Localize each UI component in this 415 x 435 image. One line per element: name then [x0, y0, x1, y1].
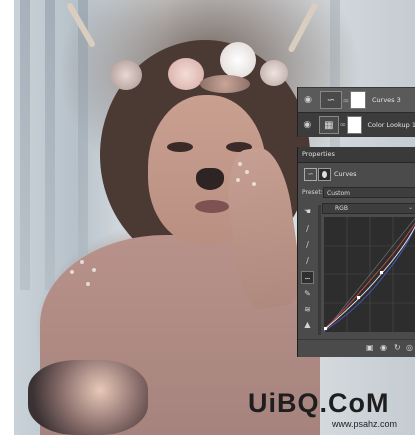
- gray-point-eyedropper-icon[interactable]: ∕: [301, 238, 314, 251]
- chevron-down-icon: ⌄: [407, 204, 413, 211]
- channel-value: RGB: [335, 205, 348, 212]
- color-lookup-grid-icon[interactable]: ▦: [318, 115, 340, 134]
- properties-bottom-bar: ▣ ◉ ↻ ◎: [298, 339, 415, 358]
- curve-point[interactable]: [357, 296, 360, 299]
- properties-header: ∽ Curves: [298, 163, 415, 185]
- preset-row: Preset: Custom: [298, 187, 415, 200]
- lips: [195, 200, 229, 213]
- tab-properties[interactable]: Properties: [298, 147, 415, 163]
- bouquet: [28, 360, 148, 435]
- white-point-eyedropper-icon[interactable]: ∕: [301, 254, 314, 267]
- on-image-adjust-icon[interactable]: ☚: [301, 205, 314, 218]
- mask-icon[interactable]: [318, 168, 331, 181]
- layer-name[interactable]: Color Lookup 1: [368, 121, 415, 129]
- preset-select[interactable]: Custom: [323, 187, 415, 198]
- canvas-margin: [0, 0, 14, 435]
- gradient-strip: [318, 205, 321, 335]
- flower-crown-rose: [168, 58, 204, 90]
- curve-point[interactable]: [324, 327, 327, 330]
- tab-label: Properties: [302, 150, 335, 158]
- background-tree: [45, 0, 55, 290]
- view-previous-state-icon[interactable]: ◉: [380, 343, 387, 352]
- watermark-url: www.psahz.com: [332, 419, 398, 429]
- link-chain-icon[interactable]: ∞: [339, 120, 346, 129]
- visibility-eye-icon[interactable]: ◎: [406, 343, 413, 352]
- pencil-draw-icon[interactable]: ✎: [301, 287, 314, 300]
- curves-adjustment-icon: ∽: [304, 168, 317, 181]
- layer-row-curves[interactable]: ◉ ∽ ∞ Curves 3: [298, 88, 415, 112]
- flower-crown-bloom: [110, 60, 142, 90]
- layers-panel: ◉ ∽ ∞ Curves 3 ◉ ▦ ∞ Color Lookup 1: [297, 87, 415, 137]
- preset-label: Preset:: [302, 189, 323, 196]
- curve-point[interactable]: [380, 271, 383, 274]
- fawn-spot: [236, 178, 240, 182]
- link-chain-icon[interactable]: ∞: [342, 96, 350, 105]
- curves-graph-svg[interactable]: [324, 217, 415, 332]
- watermark: UiBQ.CoM www.psahz.com: [248, 388, 413, 433]
- background-tree: [20, 0, 30, 290]
- histogram-warning-icon[interactable]: ▲: [301, 318, 314, 331]
- fawn-spot: [245, 170, 249, 174]
- channel-select[interactable]: RGB ⌄: [322, 203, 415, 214]
- flower-crown-berries: [200, 75, 250, 93]
- fawn-spot: [70, 270, 74, 274]
- layer-mask-thumbnail[interactable]: [346, 115, 362, 134]
- curves-graph[interactable]: [324, 217, 415, 332]
- rgb-curve: [324, 225, 415, 331]
- fawn-spot: [80, 260, 84, 264]
- layer-row-color-lookup[interactable]: ◉ ▦ ∞ Color Lookup 1: [298, 112, 415, 136]
- smooth-icon[interactable]: ≋: [301, 303, 314, 316]
- antler-right: [287, 1, 319, 54]
- clip-to-layer-icon[interactable]: ▣: [366, 343, 374, 352]
- layer-name[interactable]: Curves 3: [372, 96, 401, 104]
- visibility-eye-icon[interactable]: ◉: [298, 95, 318, 105]
- background-tree: [78, 0, 88, 290]
- black-point-eyedropper-icon[interactable]: ∕: [301, 222, 314, 235]
- fawn-spot: [92, 268, 96, 272]
- adjustment-title: Curves: [334, 170, 357, 178]
- layer-mask-thumbnail[interactable]: [350, 91, 366, 109]
- fawn-spot: [238, 162, 242, 166]
- flower-crown-bloom: [260, 60, 288, 86]
- watermark-logo: UiBQ.CoM: [248, 388, 390, 418]
- fawn-spot: [252, 182, 256, 186]
- curves-adjustment-icon[interactable]: ∽: [320, 91, 342, 109]
- flower-crown-bloom: [220, 42, 256, 78]
- fawn-spot: [86, 282, 90, 286]
- properties-panel: Properties ∽ Curves Preset: Custom ☚ ∕ ∕…: [297, 147, 415, 357]
- visibility-eye-icon[interactable]: ◉: [298, 120, 317, 130]
- reset-icon[interactable]: ↻: [394, 343, 401, 352]
- curve-points-icon[interactable]: ∽: [301, 271, 314, 284]
- deer-nose: [196, 168, 224, 190]
- eye-left: [167, 142, 193, 152]
